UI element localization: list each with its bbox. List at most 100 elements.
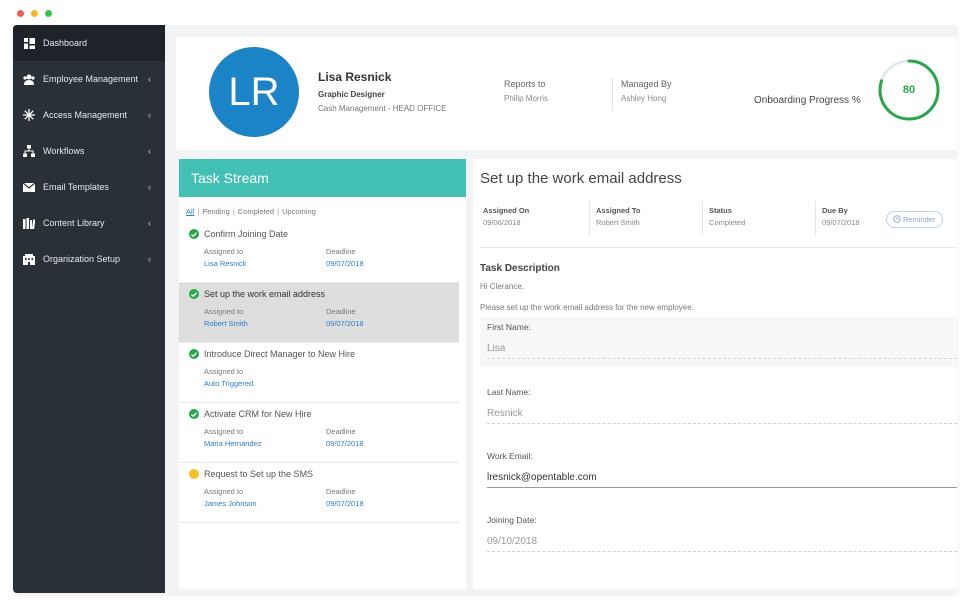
filter-completed[interactable]: Completed bbox=[238, 207, 274, 216]
work-email-field: Work Email: bbox=[487, 451, 957, 488]
minimize-window-button[interactable] bbox=[31, 10, 38, 17]
task-stream-title: Task Stream bbox=[179, 159, 466, 197]
sidebar-item-dashboard[interactable]: Dashboard bbox=[13, 25, 165, 61]
reminder-button[interactable]: Reminder bbox=[886, 211, 943, 228]
due-by-value: 09/07/2018 bbox=[822, 218, 860, 227]
sidebar-item-label: Employee Management bbox=[43, 74, 139, 84]
workflow-icon bbox=[23, 145, 35, 157]
task-description-heading: Task Description bbox=[480, 263, 560, 274]
filter-all[interactable]: All bbox=[186, 207, 194, 216]
status-label: Status bbox=[709, 206, 732, 215]
joining-date-label: Joining Date: bbox=[487, 515, 537, 525]
employee-profile-card: LR Lisa Resnick Graphic Designer Cash Ma… bbox=[176, 37, 957, 150]
task-detail-panel: Set up the work email address Assigned O… bbox=[473, 159, 957, 589]
reminder-label: Reminder bbox=[903, 215, 936, 224]
greeting-text: Hi Clerance, bbox=[480, 282, 525, 291]
envelope-icon bbox=[23, 181, 35, 193]
first-name-field: First Name: bbox=[487, 322, 957, 359]
deadline-value: 09/07/2018 bbox=[326, 259, 364, 268]
employee-department: Cash Management - HEAD OFFICE bbox=[318, 104, 447, 113]
assigned-to-value: Robert Smith bbox=[596, 218, 640, 227]
chevron-left-icon: ‹ bbox=[148, 110, 151, 120]
library-icon bbox=[23, 217, 35, 229]
sidebar-item-label: Dashboard bbox=[43, 38, 88, 48]
network-icon bbox=[23, 109, 35, 121]
task-item[interactable]: Introduce Direct Manager to New Hire Ass… bbox=[179, 343, 459, 403]
deadline-label: Deadline bbox=[326, 247, 356, 256]
sidebar-item-email-templates[interactable]: Email Templates ‹ bbox=[13, 169, 165, 205]
task-filters: All | Pending | Completed | Upcoming bbox=[179, 197, 466, 223]
users-icon bbox=[23, 73, 35, 85]
employee-role: Graphic Designer bbox=[318, 90, 385, 99]
work-email-input[interactable] bbox=[487, 468, 957, 488]
deadline-value: 09/07/2018 bbox=[326, 439, 364, 448]
sidebar-item-label: Organization Setup bbox=[43, 254, 121, 264]
task-title: Activate CRM for New Hire bbox=[204, 409, 312, 419]
deadline-label: Deadline bbox=[326, 487, 356, 496]
sidebar-item-workflows[interactable]: Workflows ‹ bbox=[13, 133, 165, 169]
divider bbox=[480, 247, 957, 248]
maximize-window-button[interactable] bbox=[45, 10, 52, 17]
assigned-label: Assigned to bbox=[204, 427, 244, 436]
first-name-label: First Name: bbox=[487, 322, 531, 332]
due-by-block: Due By 09/07/2018 bbox=[822, 206, 860, 227]
assignee-link[interactable]: Auto Triggered bbox=[204, 379, 253, 388]
separator: | bbox=[277, 207, 280, 216]
managed-by-value: Ashley Hong bbox=[621, 94, 667, 103]
first-name-input[interactable] bbox=[487, 339, 957, 359]
employee-name: Lisa Resnick bbox=[318, 70, 392, 84]
last-name-field: Last Name: bbox=[487, 387, 957, 424]
task-item[interactable]: Request to Set up the SMS Assigned to Jam… bbox=[179, 463, 459, 523]
joining-date-field: Joining Date: bbox=[487, 515, 957, 552]
assignee-link[interactable]: Robert Smith bbox=[204, 319, 248, 328]
assignee-link[interactable]: James Johnson bbox=[204, 499, 257, 508]
assigned-label: Assigned to bbox=[204, 247, 244, 256]
status-block: Status Completed bbox=[709, 206, 745, 227]
divider bbox=[815, 201, 816, 235]
assigned-on-value: 09/06/2018 bbox=[483, 218, 521, 227]
task-item[interactable]: Activate CRM for New Hire Assigned to Mar… bbox=[179, 403, 459, 463]
task-title: Set up the work email address bbox=[204, 289, 326, 299]
assignee-link[interactable]: Lisa Resnick bbox=[204, 259, 247, 268]
sidebar-item-label: Workflows bbox=[43, 146, 85, 156]
sidebar-item-access-management[interactable]: Access Management ‹ bbox=[13, 97, 165, 133]
task-item-selected[interactable]: Set up the work email address Assigned t… bbox=[179, 283, 459, 343]
sidebar-item-organization-setup[interactable]: Organization Setup ‹ bbox=[13, 241, 165, 277]
reports-to-value: Philip Morris bbox=[504, 94, 549, 103]
window-controls bbox=[17, 10, 52, 17]
sidebar-item-label: Email Templates bbox=[43, 182, 109, 192]
chevron-left-icon: ‹ bbox=[148, 182, 151, 192]
filter-pending[interactable]: Pending bbox=[202, 207, 230, 216]
check-circle-icon bbox=[189, 409, 199, 419]
instruction-text: Please set up the work email address for… bbox=[480, 303, 694, 312]
divider bbox=[702, 201, 703, 235]
assigned-label: Assigned to bbox=[204, 307, 244, 316]
sidebar-item-content-library[interactable]: Content Library ‹ bbox=[13, 205, 165, 241]
assigned-on-label: Assigned On bbox=[483, 206, 530, 215]
separator: | bbox=[197, 207, 200, 216]
filter-upcoming[interactable]: Upcoming bbox=[282, 207, 316, 216]
managed-by-label: Managed By bbox=[621, 79, 672, 89]
sidebar: Dashboard Employee Management ‹ Access M… bbox=[13, 25, 165, 593]
deadline-value: 09/07/2018 bbox=[326, 499, 364, 508]
dashboard-icon bbox=[23, 37, 35, 49]
chevron-left-icon: ‹ bbox=[148, 254, 151, 264]
app-window: Dashboard Employee Management ‹ Access M… bbox=[13, 25, 957, 593]
close-window-button[interactable] bbox=[17, 10, 24, 17]
divider bbox=[589, 201, 590, 235]
task-item[interactable]: Confirm Joining Date Assigned to Lisa Res… bbox=[179, 223, 459, 283]
check-circle-icon bbox=[189, 289, 199, 299]
separator: | bbox=[232, 207, 235, 216]
sidebar-item-label: Access Management bbox=[43, 110, 128, 120]
onboarding-progress-value: 80 bbox=[902, 84, 916, 96]
joining-date-input[interactable] bbox=[487, 532, 957, 552]
last-name-input[interactable] bbox=[487, 404, 957, 424]
task-stream-panel: Task Stream All | Pending | Completed | Upcomi… bbox=[179, 159, 466, 589]
reports-to-block: Reports to Philip Morris bbox=[504, 79, 548, 103]
assigned-label: Assigned to bbox=[204, 367, 244, 376]
due-by-label: Due By bbox=[822, 206, 848, 215]
assigned-label: Assigned to bbox=[204, 487, 244, 496]
onboarding-progress-label: Onboarding Progress % bbox=[754, 95, 861, 106]
sidebar-item-employee-management[interactable]: Employee Management ‹ bbox=[13, 61, 165, 97]
assignee-link[interactable]: Maria Hernandez bbox=[204, 439, 262, 448]
